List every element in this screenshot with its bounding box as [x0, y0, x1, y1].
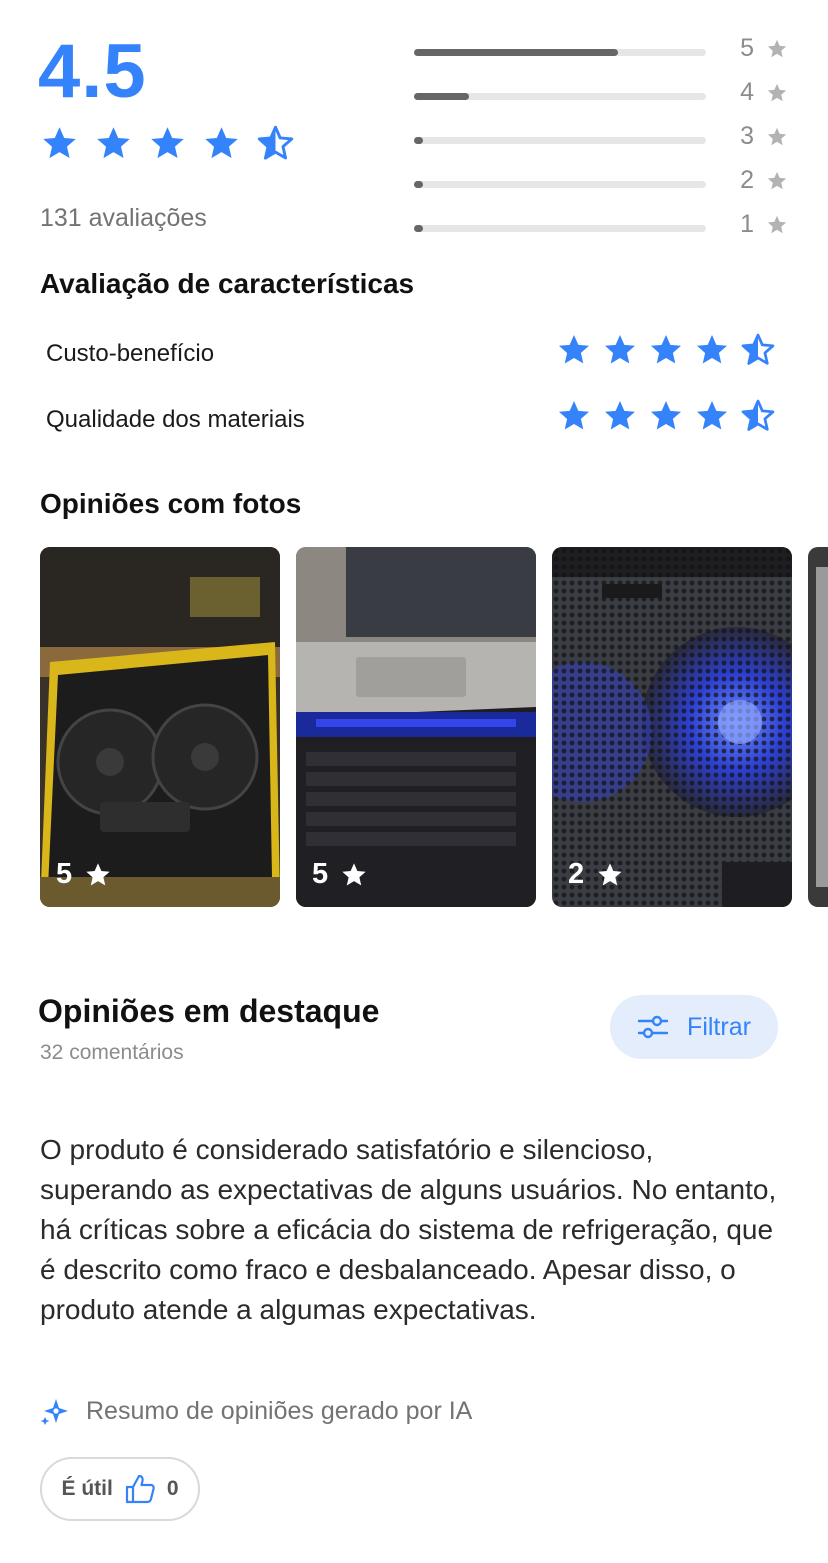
distribution-stars-label: 2	[740, 166, 754, 194]
distribution-bar	[414, 137, 706, 144]
review-photo[interactable]: 2	[552, 547, 792, 907]
star-icon	[559, 401, 589, 430]
half-star-icon	[257, 125, 294, 160]
distribution-row: 3	[414, 118, 794, 162]
characteristic-label: Qualidade dos materiais	[46, 406, 305, 433]
distribution-bar-fill	[414, 49, 619, 56]
star-icon	[43, 127, 76, 159]
characteristic-row: Qualidade dos materiais	[46, 394, 776, 444]
distribution-row: 1	[414, 206, 794, 250]
photo-rating: 2	[568, 858, 624, 891]
star-icon	[86, 862, 110, 885]
photo-rating-value: 5	[56, 858, 73, 890]
star-icon	[767, 83, 787, 102]
distribution-bar-fill	[414, 93, 470, 100]
featured-title: Opiniões em destaque	[38, 993, 380, 1029]
cooler-blue-fans-photo	[552, 547, 792, 907]
distribution-row: 5	[414, 30, 794, 74]
star-icon	[97, 127, 130, 159]
ai-sparkle-icon	[40, 1399, 68, 1425]
comments-count: 32 comentários	[40, 1041, 184, 1064]
useful-label: É útil	[61, 1477, 113, 1500]
distribution-bar	[414, 49, 706, 56]
photo-rating: 5	[312, 858, 368, 891]
characteristics-title: Avaliação de características	[40, 268, 415, 299]
distribution-bar	[414, 93, 706, 100]
star-icon	[697, 335, 727, 364]
star-icon	[767, 127, 787, 146]
distribution-bar-fill	[414, 181, 423, 188]
distribution-bar	[414, 181, 706, 188]
filter-button[interactable]: Filtrar	[610, 995, 778, 1059]
total-reviews: 131 avaliações	[40, 204, 207, 232]
useful-count: 0	[166, 1477, 179, 1500]
ai-summary-text: O produto é considerado satisfatório e s…	[40, 1134, 777, 1325]
average-rating: 4.5	[38, 29, 147, 114]
star-icon	[598, 862, 622, 885]
star-icon	[605, 401, 635, 430]
star-icon	[651, 335, 681, 364]
ai-note: Resumo de opiniões gerado por IA	[40, 1396, 472, 1426]
filter-label: Filtrar	[687, 1012, 751, 1041]
useful-button[interactable]: É útil 0	[40, 1457, 200, 1521]
distribution-row: 2	[414, 162, 794, 206]
characteristic-row: Custo-benefício	[46, 328, 776, 378]
laptop-cooler-yellow-photo	[40, 547, 280, 907]
distribution-stars-label: 4	[740, 78, 754, 106]
star-icon	[151, 127, 184, 159]
review-photo[interactable]	[808, 547, 828, 907]
characteristic-stars	[556, 398, 776, 434]
photo-carousel[interactable]: 5 5 2	[40, 547, 828, 907]
star-icon	[651, 401, 681, 430]
star-icon	[342, 862, 366, 885]
filter-sliders-icon	[637, 1015, 669, 1039]
half-star-icon	[741, 333, 775, 365]
average-stars	[40, 124, 295, 163]
half-star-icon	[741, 399, 775, 431]
laptop-on-cooler-photo	[296, 547, 536, 907]
photo-rating: 5	[56, 858, 112, 891]
reviews-page: 4.5 131 avaliações 5 4 3 2 1 Avaliação de ca…	[0, 0, 828, 1563]
distribution-bar	[414, 225, 706, 232]
distribution-row: 4	[414, 74, 794, 118]
star-icon	[767, 39, 787, 58]
star-icon	[767, 171, 787, 190]
distribution-bar-fill	[414, 225, 423, 232]
review-photo-partial	[808, 547, 828, 907]
star-icon	[767, 215, 787, 234]
photos-title: Opiniões com fotos	[40, 488, 302, 519]
review-photo[interactable]: 5	[40, 547, 280, 907]
star-icon	[605, 335, 635, 364]
star-icon	[205, 127, 238, 159]
ai-note-label: Resumo de opiniões gerado por IA	[86, 1396, 473, 1425]
distribution-stars-label: 5	[740, 34, 754, 62]
thumbs-up-icon	[125, 1474, 155, 1504]
rating-distribution: 5 4 3 2 1	[414, 30, 794, 250]
photo-rating-value: 5	[312, 858, 329, 890]
distribution-stars-label: 1	[740, 210, 754, 238]
distribution-stars-label: 3	[740, 122, 754, 150]
characteristic-label: Custo-benefício	[46, 340, 215, 367]
characteristic-stars	[556, 332, 776, 368]
star-icon	[697, 401, 727, 430]
review-photo[interactable]: 5	[296, 547, 536, 907]
photo-rating-value: 2	[568, 858, 585, 890]
distribution-bar-fill	[414, 137, 423, 144]
star-icon	[559, 335, 589, 364]
